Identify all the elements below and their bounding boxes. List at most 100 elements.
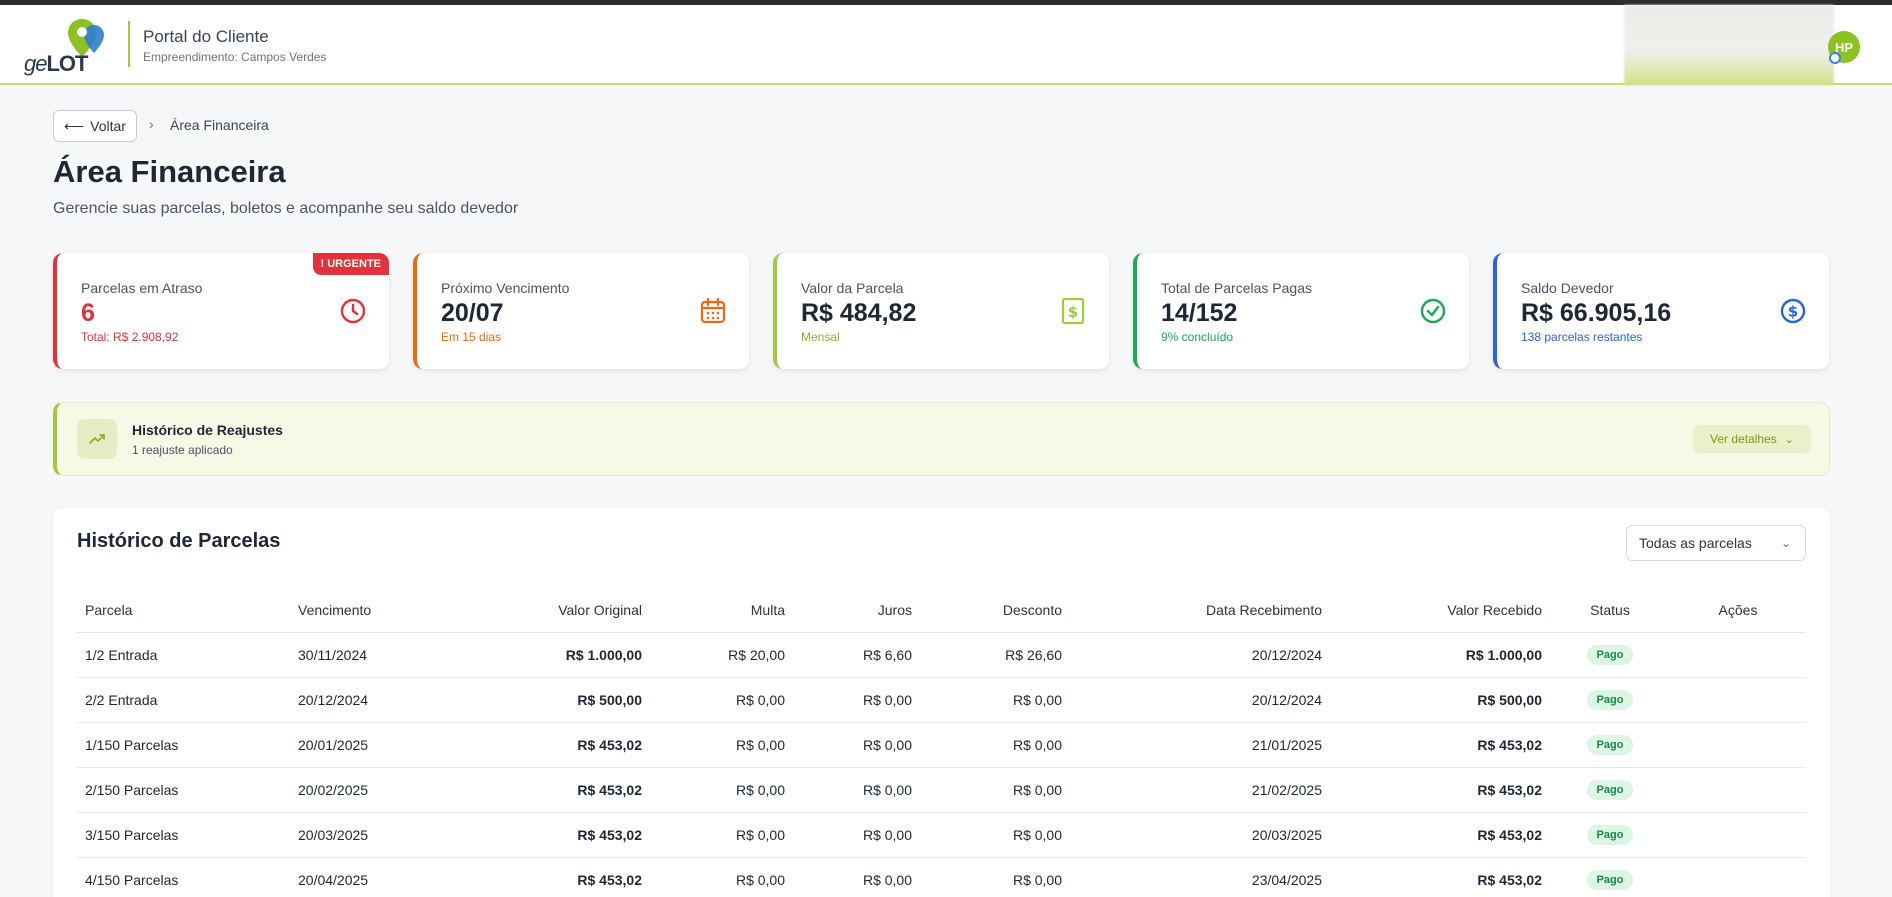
cell-received-date: 20/12/2024 xyxy=(1070,632,1330,678)
breadcrumb-current: Área Financeira xyxy=(170,117,269,133)
table-row: 1/150 Parcelas 20/01/2025 R$ 453,02 R$ 0,00… xyxy=(77,722,1806,768)
table-row: 1/2 Entrada 30/11/2024 R$ 1.000,00 R$ 20,00… xyxy=(77,632,1806,678)
cell-due-date: 20/03/2025 xyxy=(290,812,450,858)
svg-text:$: $ xyxy=(1068,303,1078,321)
cell-interest: R$ 0,00 xyxy=(793,857,920,897)
column-header: Parcela xyxy=(77,588,290,633)
cell-status: Pago xyxy=(1550,857,1670,897)
page-title: Área Financeira xyxy=(53,154,286,189)
card-installment-value[interactable]: Valor da Parcela R$ 484,82 Mensal $ xyxy=(773,253,1109,369)
card-value: 20/07 xyxy=(441,299,504,327)
cell-installment: 2/2 Entrada xyxy=(77,677,290,723)
cell-fine: R$ 0,00 xyxy=(650,857,793,897)
status-badge: Pago xyxy=(1586,734,1634,755)
page-subtitle: Gerencie suas parcelas, boletos e acompa… xyxy=(53,200,519,217)
cell-fine: R$ 0,00 xyxy=(650,677,793,723)
card-value: 6 xyxy=(81,299,95,327)
card-label: Total de Parcelas Pagas xyxy=(1161,280,1312,296)
card-paid-installments[interactable]: Total de Parcelas Pagas 14/152 9% conclu… xyxy=(1133,253,1469,369)
cell-original-value: R$ 500,00 xyxy=(450,677,650,723)
cell-fine: R$ 0,00 xyxy=(650,767,793,813)
status-badge: Pago xyxy=(1586,779,1634,800)
cell-received-value: R$ 453,02 xyxy=(1330,767,1550,813)
gelot-logo[interactable]: geLOT xyxy=(24,17,114,77)
trending-up-icon xyxy=(77,419,117,459)
cell-received-value: R$ 500,00 xyxy=(1330,677,1550,723)
cell-discount: R$ 0,00 xyxy=(920,857,1070,897)
cell-received-value: R$ 453,02 xyxy=(1330,722,1550,768)
status-badge: Pago xyxy=(1586,869,1634,890)
cell-discount: R$ 0,00 xyxy=(920,722,1070,768)
cell-interest: R$ 0,00 xyxy=(793,677,920,723)
view-details-button[interactable]: Ver detalhes ⌄ xyxy=(1693,425,1811,453)
cell-received-date: 21/01/2025 xyxy=(1070,722,1330,768)
chevron-right-icon: › xyxy=(149,116,154,132)
table-row: 2/2 Entrada 20/12/2024 R$ 500,00 R$ 0,00 R$ … xyxy=(77,677,1806,723)
card-label: Parcelas em Atraso xyxy=(81,280,203,296)
installments-filter-select[interactable]: Todas as parcelas ⌄ xyxy=(1626,525,1806,561)
card-note: 138 parcelas restantes xyxy=(1521,330,1643,344)
cell-interest: R$ 0,00 xyxy=(793,722,920,768)
cell-actions xyxy=(1670,722,1806,768)
installments-title: Histórico de Parcelas xyxy=(77,530,281,552)
cell-received-value: R$ 453,02 xyxy=(1330,857,1550,897)
urgent-badge: ! URGENTE xyxy=(312,253,389,275)
back-button-label: Voltar xyxy=(90,118,126,134)
cell-installment: 1/150 Parcelas xyxy=(77,722,290,768)
column-header: Status xyxy=(1550,588,1670,633)
view-details-label: Ver detalhes xyxy=(1710,432,1777,446)
cell-actions xyxy=(1670,677,1806,723)
table-row: 4/150 Parcelas 20/04/2025 R$ 453,02 R$ 0,00… xyxy=(77,857,1806,897)
filter-selected-value: Todas as parcelas xyxy=(1639,535,1752,551)
adjustments-history-panel: Histórico de Reajustes 1 reajuste aplica… xyxy=(53,402,1830,476)
cell-installment: 1/2 Entrada xyxy=(77,632,290,678)
card-overdue[interactable]: ! URGENTE Parcelas em Atraso 6 Total: R$… xyxy=(53,253,389,369)
avatar-status-badge xyxy=(1829,52,1841,64)
cell-due-date: 20/02/2025 xyxy=(290,767,450,813)
cell-received-value: R$ 453,02 xyxy=(1330,812,1550,858)
chevron-down-icon: ⌄ xyxy=(1780,536,1791,550)
cell-discount: R$ 0,00 xyxy=(920,677,1070,723)
header-separator xyxy=(128,21,130,67)
cell-installment: 2/150 Parcelas xyxy=(77,767,290,813)
column-header: Data Recebimento xyxy=(1070,588,1330,633)
column-header: Ações xyxy=(1670,588,1806,633)
cell-actions xyxy=(1670,767,1806,813)
chevron-down-icon: ⌄ xyxy=(1784,433,1794,446)
column-header: Vencimento xyxy=(290,588,450,633)
portal-subtitle: Empreendimento: Campos Verdes xyxy=(143,50,327,64)
card-note: Total: R$ 2.908,92 xyxy=(81,330,179,344)
adjustments-title: Histórico de Reajustes xyxy=(132,422,283,438)
cell-installment: 4/150 Parcelas xyxy=(77,857,290,897)
cell-discount: R$ 26,60 xyxy=(920,632,1070,678)
cell-due-date: 20/01/2025 xyxy=(290,722,450,768)
cell-status: Pago xyxy=(1550,677,1670,723)
card-label: Saldo Devedor xyxy=(1521,280,1614,296)
cell-actions xyxy=(1670,812,1806,858)
card-outstanding-balance[interactable]: Saldo Devedor R$ 66.905,16 138 parcelas … xyxy=(1493,253,1829,369)
receipt-dollar-icon: $ xyxy=(1061,297,1085,325)
back-button[interactable]: ⟵ Voltar xyxy=(53,110,137,142)
card-note: 9% concluído xyxy=(1161,330,1234,344)
cell-fine: R$ 0,00 xyxy=(650,812,793,858)
dollar-circle-icon: $ xyxy=(1780,298,1806,324)
status-badge: Pago xyxy=(1586,644,1634,665)
table-row: 2/150 Parcelas 20/02/2025 R$ 453,02 R$ 0,00… xyxy=(77,767,1806,813)
cell-received-date: 20/12/2024 xyxy=(1070,677,1330,723)
card-next-due[interactable]: Próximo Vencimento 20/07 Em 15 dias xyxy=(413,253,749,369)
app-header: geLOT Portal do Cliente Empreendimento: … xyxy=(0,5,1892,85)
portal-title: Portal do Cliente xyxy=(143,27,269,46)
clock-icon xyxy=(340,298,366,324)
cell-interest: R$ 0,00 xyxy=(793,767,920,813)
column-header: Valor Original xyxy=(450,588,650,633)
column-header: Desconto xyxy=(920,588,1070,633)
cell-discount: R$ 0,00 xyxy=(920,812,1070,858)
installments-table: Parcela Vencimento Valor Original Multa … xyxy=(77,588,1806,897)
card-value: 14/152 xyxy=(1161,299,1238,327)
card-value: R$ 484,82 xyxy=(801,299,917,327)
cell-status: Pago xyxy=(1550,812,1670,858)
blurred-region xyxy=(1624,5,1834,85)
cell-interest: R$ 6,60 xyxy=(793,632,920,678)
card-note: Mensal xyxy=(801,330,840,344)
cell-status: Pago xyxy=(1550,767,1670,813)
